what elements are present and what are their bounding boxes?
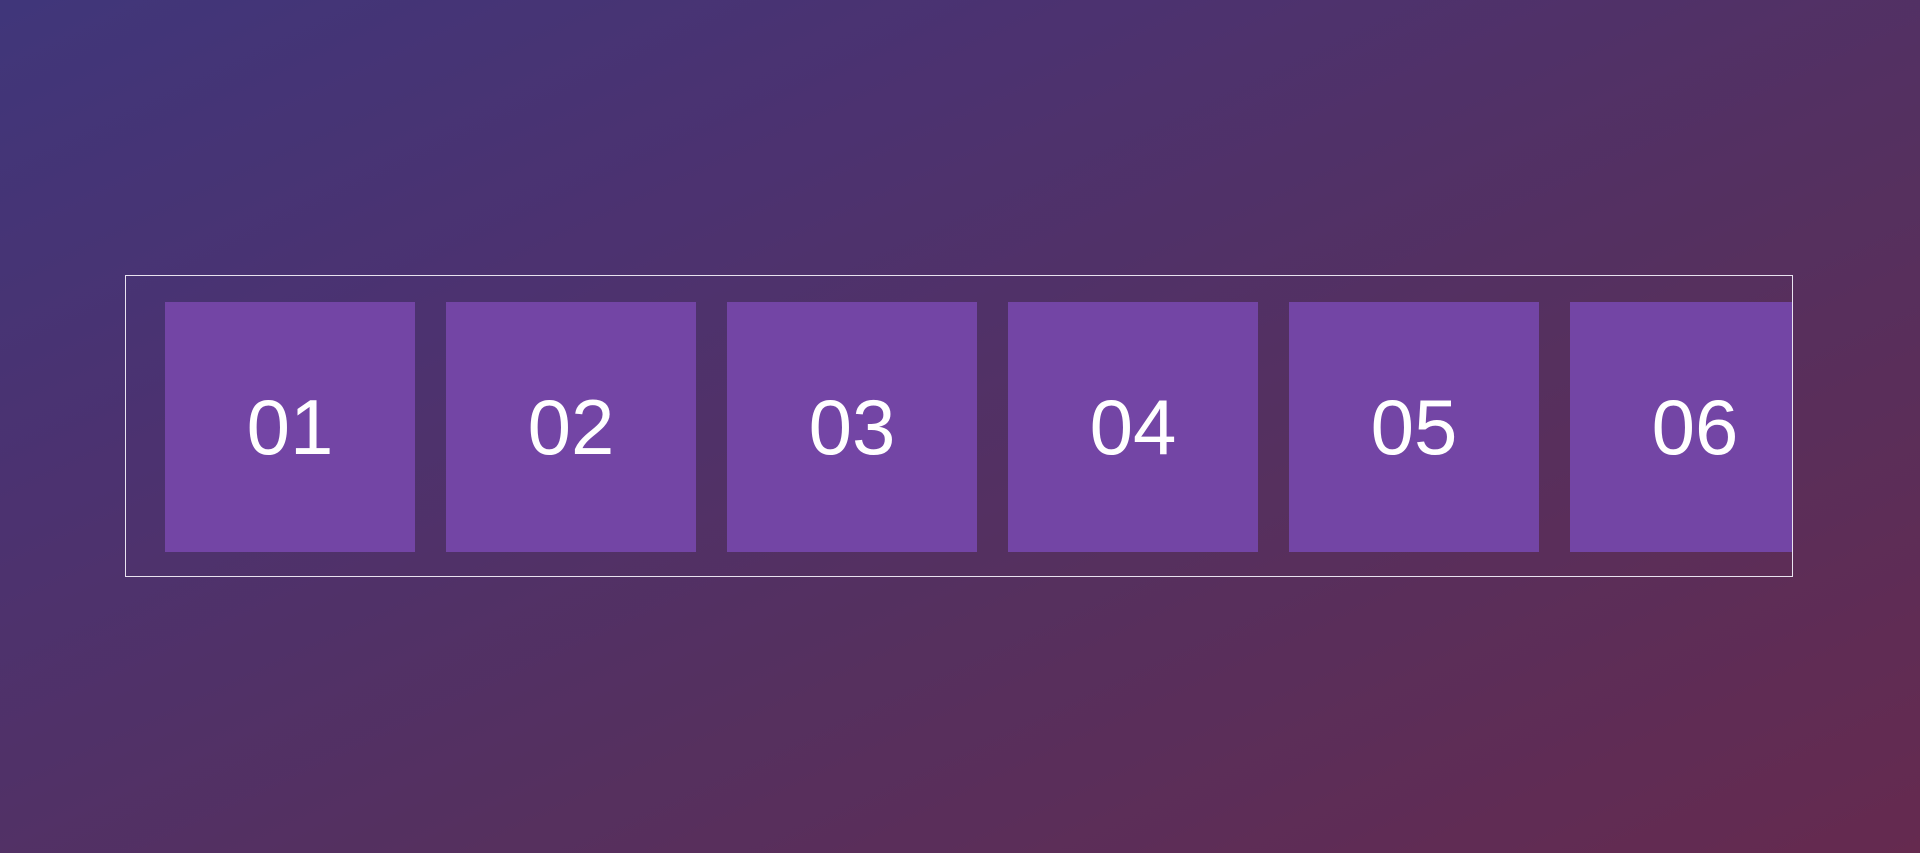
carousel-slide-04[interactable]: 04 [1008, 302, 1258, 552]
carousel-track[interactable]: 01 02 03 04 05 06 [165, 302, 1792, 552]
carousel-slide-03[interactable]: 03 [727, 302, 977, 552]
carousel-slide-02[interactable]: 02 [446, 302, 696, 552]
slide-label: 01 [246, 383, 334, 471]
carousel-viewport[interactable]: 01 02 03 04 05 06 [125, 275, 1793, 577]
carousel-slide-01[interactable]: 01 [165, 302, 415, 552]
slide-label: 02 [527, 383, 615, 471]
slide-label: 04 [1089, 383, 1177, 471]
carousel-slide-05[interactable]: 05 [1289, 302, 1539, 552]
slide-label: 05 [1370, 383, 1458, 471]
carousel-slide-06[interactable]: 06 [1570, 302, 1792, 552]
slide-label: 03 [808, 383, 896, 471]
slide-label: 06 [1651, 383, 1739, 471]
